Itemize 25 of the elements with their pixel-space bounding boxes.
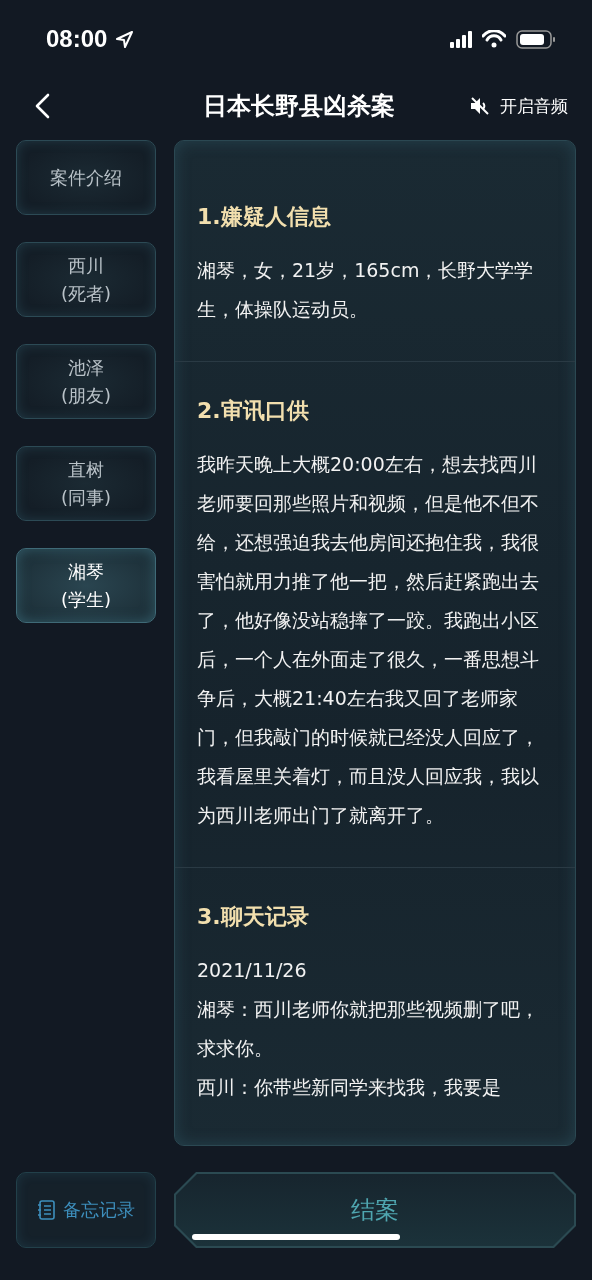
mute-icon — [470, 96, 490, 116]
sidebar-tab[interactable]: 直树 (同事) — [16, 446, 156, 521]
sidebar-tab[interactable]: 西川 (死者) — [16, 242, 156, 317]
page-title: 日本长野县凶杀案 — [203, 91, 395, 122]
close-case-button[interactable]: 结案 — [174, 1172, 576, 1248]
section-heading: 1.嫌疑人信息 — [197, 203, 332, 231]
section-heading: 2.审讯口供 — [197, 397, 310, 425]
wifi-icon — [482, 30, 506, 48]
paragraph: 湘琴，女，21岁，165cm，长野大学学生，体操队运动员。 — [197, 258, 535, 322]
paragraph: 2021/11/26 — [197, 958, 308, 983]
sidebar-tab[interactable]: 案件介绍 — [16, 140, 156, 215]
paragraph: 我昨天晚上大概20:00左右，想去找西川老师要回那些照片和视频，但是他不但不给，还想强迫我去他房间还抱住我，我很害怕就用力推了他一把，然后赶紧跑出去了，他好像没站稳摔了一跤。我跑出小区后，一个人在外面走了很久，一番思想斗争后，大概21:40左右我又回了老师家门，但我敲门的时候就已经没人回应了，我看屋里关着灯，而且没人回应我，我以为西川老师出门了就离开了。 — [197, 452, 540, 828]
paragraph: 西川：你带些新同学来找我，我要是 — [197, 1075, 502, 1100]
back-icon — [34, 93, 52, 119]
memo-button[interactable]: 备忘记录 — [16, 1172, 156, 1248]
section-heading: 3.聊天记录 — [197, 903, 310, 931]
status-time: 08:00 — [46, 25, 108, 53]
paragraph: 湘琴：西川老师你就把那些视频删了吧，求求你。 — [197, 997, 540, 1061]
audio-button[interactable]: 开启音频 — [470, 94, 568, 118]
signal-icon — [450, 30, 472, 48]
notebook-icon — [37, 1200, 55, 1220]
sidebar-tab[interactable]: 池泽 (朋友) — [16, 344, 156, 419]
sidebar-tab[interactable]: 湘琴 (学生) — [16, 548, 156, 623]
battery-icon — [516, 29, 556, 49]
location-icon — [115, 29, 135, 49]
